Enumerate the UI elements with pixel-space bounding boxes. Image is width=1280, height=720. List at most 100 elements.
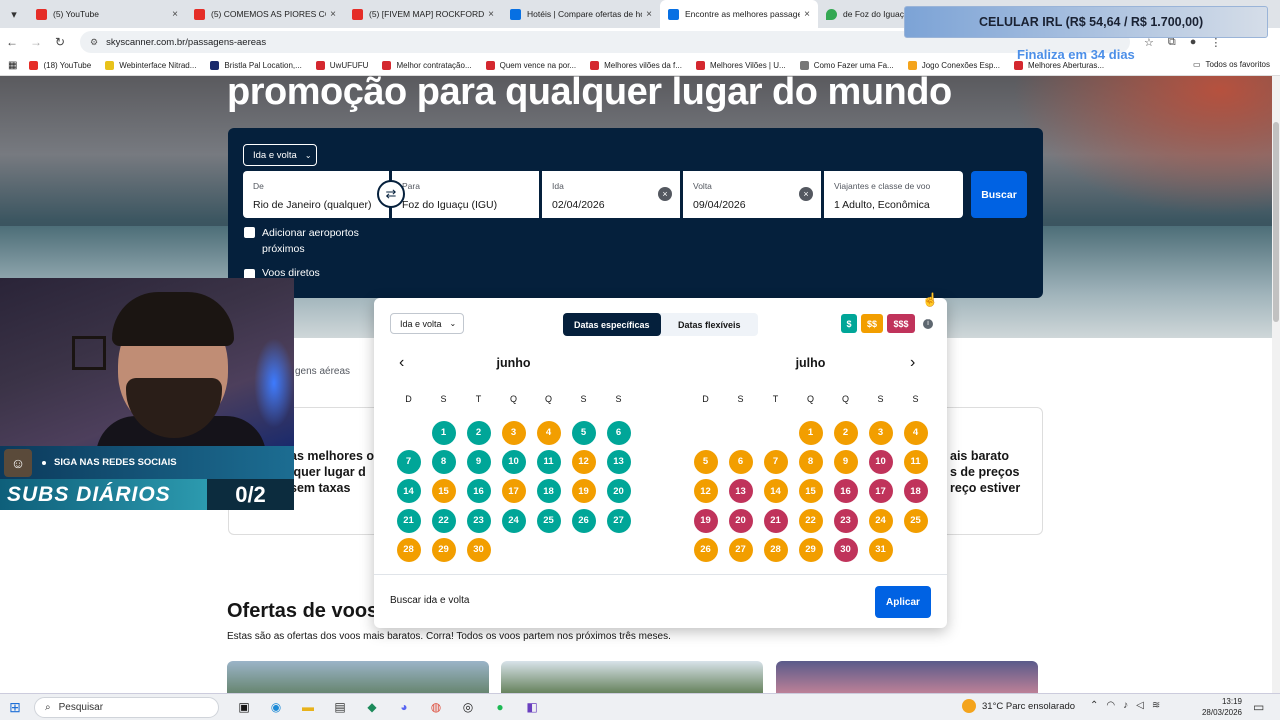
calendar-day[interactable]: 7: [758, 447, 793, 476]
network-icon[interactable]: ◠: [1106, 700, 1115, 711]
calendar-day[interactable]: 13: [723, 477, 758, 506]
calendar-day[interactable]: 3: [863, 418, 898, 447]
calendar-day[interactable]: 24: [496, 506, 531, 535]
offer-card-image[interactable]: [501, 661, 763, 693]
spotify-icon[interactable]: ●: [491, 698, 509, 716]
calendar-day[interactable]: 8: [793, 447, 828, 476]
file-explorer-icon[interactable]: ▬: [299, 698, 317, 716]
calendar-day[interactable]: 15: [793, 477, 828, 506]
task-view-icon[interactable]: ▣: [235, 698, 253, 716]
chevron-up-icon[interactable]: ⌃: [1090, 700, 1098, 711]
close-tab-icon[interactable]: ×: [172, 9, 178, 20]
app-icon[interactable]: ◆: [363, 698, 381, 716]
bookmark-item[interactable]: Melhores Vilões | U...: [695, 61, 786, 70]
calendar-day[interactable]: 21: [758, 506, 793, 535]
calendar-day[interactable]: 27: [723, 535, 758, 564]
taskbar-search[interactable]: ⌕ Pesquisar: [34, 696, 219, 718]
close-tab-icon[interactable]: ×: [646, 9, 652, 20]
calendar-day[interactable]: 18: [531, 477, 566, 506]
calendar-trip-type-select[interactable]: Ida e volta ⌄: [390, 313, 464, 334]
calendar-day[interactable]: 11: [531, 447, 566, 476]
edge-icon[interactable]: ◉: [267, 698, 285, 716]
calendar-day[interactable]: 12: [688, 477, 723, 506]
clear-return-icon[interactable]: ×: [799, 187, 813, 201]
apps-icon[interactable]: ▦: [8, 60, 17, 71]
bookmark-item[interactable]: Melhores Aberturas...: [1014, 61, 1104, 70]
calendar-day[interactable]: 6: [601, 418, 636, 447]
offer-card-image[interactable]: [776, 661, 1038, 693]
clear-depart-icon[interactable]: ×: [658, 187, 672, 201]
trip-type-select[interactable]: Ida e volta ⌄: [243, 144, 317, 166]
calendar-day[interactable]: 28: [758, 535, 793, 564]
calendar-day[interactable]: 19: [688, 506, 723, 535]
calendar-day[interactable]: 22: [793, 506, 828, 535]
calendar-day[interactable]: 6: [723, 447, 758, 476]
close-tab-icon[interactable]: ×: [804, 9, 810, 20]
bookmark-item[interactable]: Quem vence na por...: [485, 61, 576, 70]
next-month-icon[interactable]: ›: [910, 354, 915, 372]
roundtrip-search-link[interactable]: Buscar ida e volta: [390, 595, 470, 606]
store-icon[interactable]: ▤: [331, 698, 349, 716]
bookmark-item[interactable]: (18) YouTube: [29, 61, 91, 70]
clock[interactable]: 13:19 28/03/2026: [1200, 696, 1242, 718]
wifi-icon[interactable]: ≋: [1152, 700, 1160, 711]
nearby-airports-checkbox[interactable]: Adicionar aeroportos próximos: [244, 225, 384, 257]
chrome-icon[interactable]: ◍: [427, 698, 445, 716]
calendar-day[interactable]: 22: [426, 506, 461, 535]
bookmark-item[interactable]: Bristla Pal Location,...: [210, 61, 302, 70]
forward-icon[interactable]: →: [24, 35, 48, 49]
bookmark-item[interactable]: UwUFUFU: [315, 61, 368, 70]
volume-icon[interactable]: ◁: [1136, 700, 1144, 711]
calendar-day[interactable]: 10: [496, 447, 531, 476]
checkbox-box[interactable]: [244, 227, 255, 238]
swap-icon[interactable]: ⇄: [377, 180, 405, 208]
calendar-day[interactable]: 17: [863, 477, 898, 506]
calendar-day[interactable]: 2: [461, 418, 496, 447]
bookmark-item[interactable]: Jogo Conexões Esp...: [907, 61, 1000, 70]
site-info-icon[interactable]: ⚙: [90, 37, 98, 48]
calendar-day[interactable]: 4: [531, 418, 566, 447]
calendar-day[interactable]: 24: [863, 506, 898, 535]
calendar-day[interactable]: 20: [723, 506, 758, 535]
calendar-day[interactable]: 12: [566, 447, 601, 476]
calendar-day[interactable]: 9: [461, 447, 496, 476]
windows-start-icon[interactable]: ⊞: [0, 699, 30, 716]
calendar-day[interactable]: 20: [601, 477, 636, 506]
calendar-day[interactable]: 21: [391, 506, 426, 535]
calendar-day[interactable]: 30: [828, 535, 863, 564]
browser-tab[interactable]: (5) COMEMOS AS PIORES COM ×: [186, 0, 344, 28]
travelers-field[interactable]: Viajantes e classe de voo 1 Adulto, Econ…: [824, 171, 963, 218]
calendar-day[interactable]: 9: [828, 447, 863, 476]
calendar-day[interactable]: 10: [863, 447, 898, 476]
apply-button[interactable]: Aplicar: [875, 586, 931, 618]
calendar-day[interactable]: 14: [391, 477, 426, 506]
calendar-day[interactable]: 5: [566, 418, 601, 447]
info-icon[interactable]: i: [923, 318, 933, 329]
browser-tab[interactable]: Encontre as melhores passage ×: [660, 0, 818, 28]
calendar-day[interactable]: 27: [601, 506, 636, 535]
close-tab-icon[interactable]: ×: [488, 9, 494, 20]
browser-tab[interactable]: Hotéis | Compare ofertas de ho ×: [502, 0, 660, 28]
microphone-icon[interactable]: ♪: [1123, 700, 1128, 711]
calendar-day[interactable]: 4: [898, 418, 933, 447]
obs-icon[interactable]: ◎: [459, 698, 477, 716]
from-field[interactable]: De Rio de Janeiro (qualquer): [243, 171, 389, 218]
to-field[interactable]: Para Foz do Iguaçu (IGU): [392, 171, 539, 218]
page-scrollbar[interactable]: [1272, 76, 1280, 693]
calendar-day[interactable]: 5: [688, 447, 723, 476]
calendar-day[interactable]: 26: [688, 535, 723, 564]
depart-field[interactable]: Ida 02/04/2026 ×: [542, 171, 680, 218]
calendar-day[interactable]: 16: [461, 477, 496, 506]
calendar-day[interactable]: 1: [793, 418, 828, 447]
calendar-day[interactable]: 26: [566, 506, 601, 535]
calendar-day[interactable]: 11: [898, 447, 933, 476]
browser-tab[interactable]: (5) YouTube ×: [28, 0, 186, 28]
close-tab-icon[interactable]: ×: [330, 9, 336, 20]
calendar-day[interactable]: 29: [793, 535, 828, 564]
calendar-day[interactable]: 3: [496, 418, 531, 447]
bookmark-item[interactable]: Como Fazer uma Fa...: [799, 61, 894, 70]
calendar-day[interactable]: 30: [461, 535, 496, 564]
calendar-day[interactable]: 23: [828, 506, 863, 535]
calendar-day[interactable]: 28: [391, 535, 426, 564]
calendar-day[interactable]: 1: [426, 418, 461, 447]
